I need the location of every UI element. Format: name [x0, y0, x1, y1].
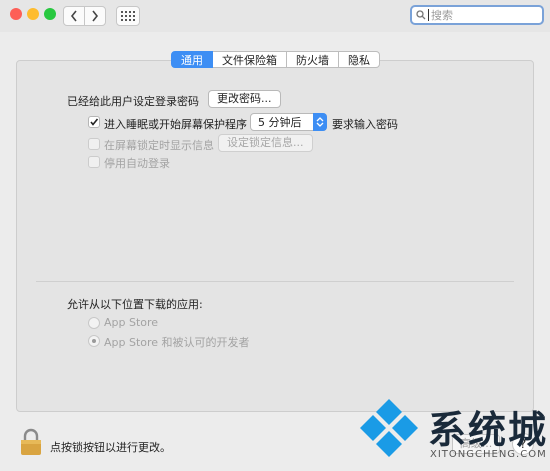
search-placeholder: 搜索: [431, 9, 453, 22]
radio-app-store-label: App Store: [104, 316, 159, 329]
disable-autologin-checkbox[interactable]: [88, 156, 100, 168]
radio-app-store-identified[interactable]: [88, 335, 100, 347]
password-set-label: 已经给此用户设定登录密码: [67, 95, 199, 108]
forward-button[interactable]: [84, 6, 106, 26]
radio-app-store-identified-label: App Store 和被认可的开发者: [104, 336, 250, 349]
back-button[interactable]: [63, 6, 85, 26]
zoom-window-button[interactable]: [44, 8, 56, 20]
require-password-suffix: 要求输入密码: [332, 118, 398, 131]
site-watermark: 系统城 XITONGCHENG.COM: [356, 393, 550, 471]
change-password-button[interactable]: 更改密码...: [208, 90, 281, 108]
section-divider: [36, 281, 514, 282]
password-delay-value: 5 分钟后: [258, 116, 302, 129]
search-icon: [416, 10, 426, 20]
set-lock-message-button[interactable]: 设定锁定信息...: [218, 134, 313, 152]
password-delay-select[interactable]: 5 分钟后: [250, 113, 327, 131]
download-heading: 允许从以下位置下载的应用:: [67, 298, 203, 311]
search-field[interactable]: 搜索: [410, 5, 544, 25]
radio-app-store[interactable]: [88, 317, 100, 329]
tab-bar: 通用 文件保险箱 防火墙 隐私: [171, 51, 380, 68]
tab-filevault[interactable]: 文件保险箱: [213, 51, 287, 68]
lock-message-checkbox[interactable]: [88, 138, 100, 150]
grid-icon: [121, 11, 135, 21]
text-cursor: [428, 9, 429, 21]
tab-privacy[interactable]: 隐私: [339, 51, 380, 68]
checkmark-icon: [90, 118, 99, 126]
chevron-right-icon: [92, 10, 99, 22]
select-arrows-icon: [313, 113, 327, 131]
tab-general[interactable]: 通用: [171, 51, 213, 68]
close-window-button[interactable]: [10, 8, 22, 20]
chevron-left-icon: [70, 10, 77, 22]
radio-selected-dot: [92, 339, 96, 343]
lock-hint-text: 点按锁按钮以进行更改。: [50, 441, 171, 454]
minimize-window-button[interactable]: [27, 8, 39, 20]
title-bar: 搜索: [0, 0, 550, 32]
show-all-button[interactable]: [116, 6, 140, 26]
watermark-title: 系统城: [428, 408, 549, 452]
watermark-url: XITONGCHENG.COM: [430, 449, 547, 460]
require-password-label: 进入睡眠或开始屏幕保护程序: [104, 118, 247, 131]
require-password-checkbox[interactable]: [88, 116, 100, 128]
lock-message-label: 在屏幕锁定时显示信息: [104, 139, 214, 152]
lock-icon[interactable]: [19, 428, 43, 456]
tab-firewall[interactable]: 防火墙: [287, 51, 339, 68]
watermark-logo-icon: [360, 399, 418, 457]
disable-autologin-label: 停用自动登录: [104, 157, 170, 170]
